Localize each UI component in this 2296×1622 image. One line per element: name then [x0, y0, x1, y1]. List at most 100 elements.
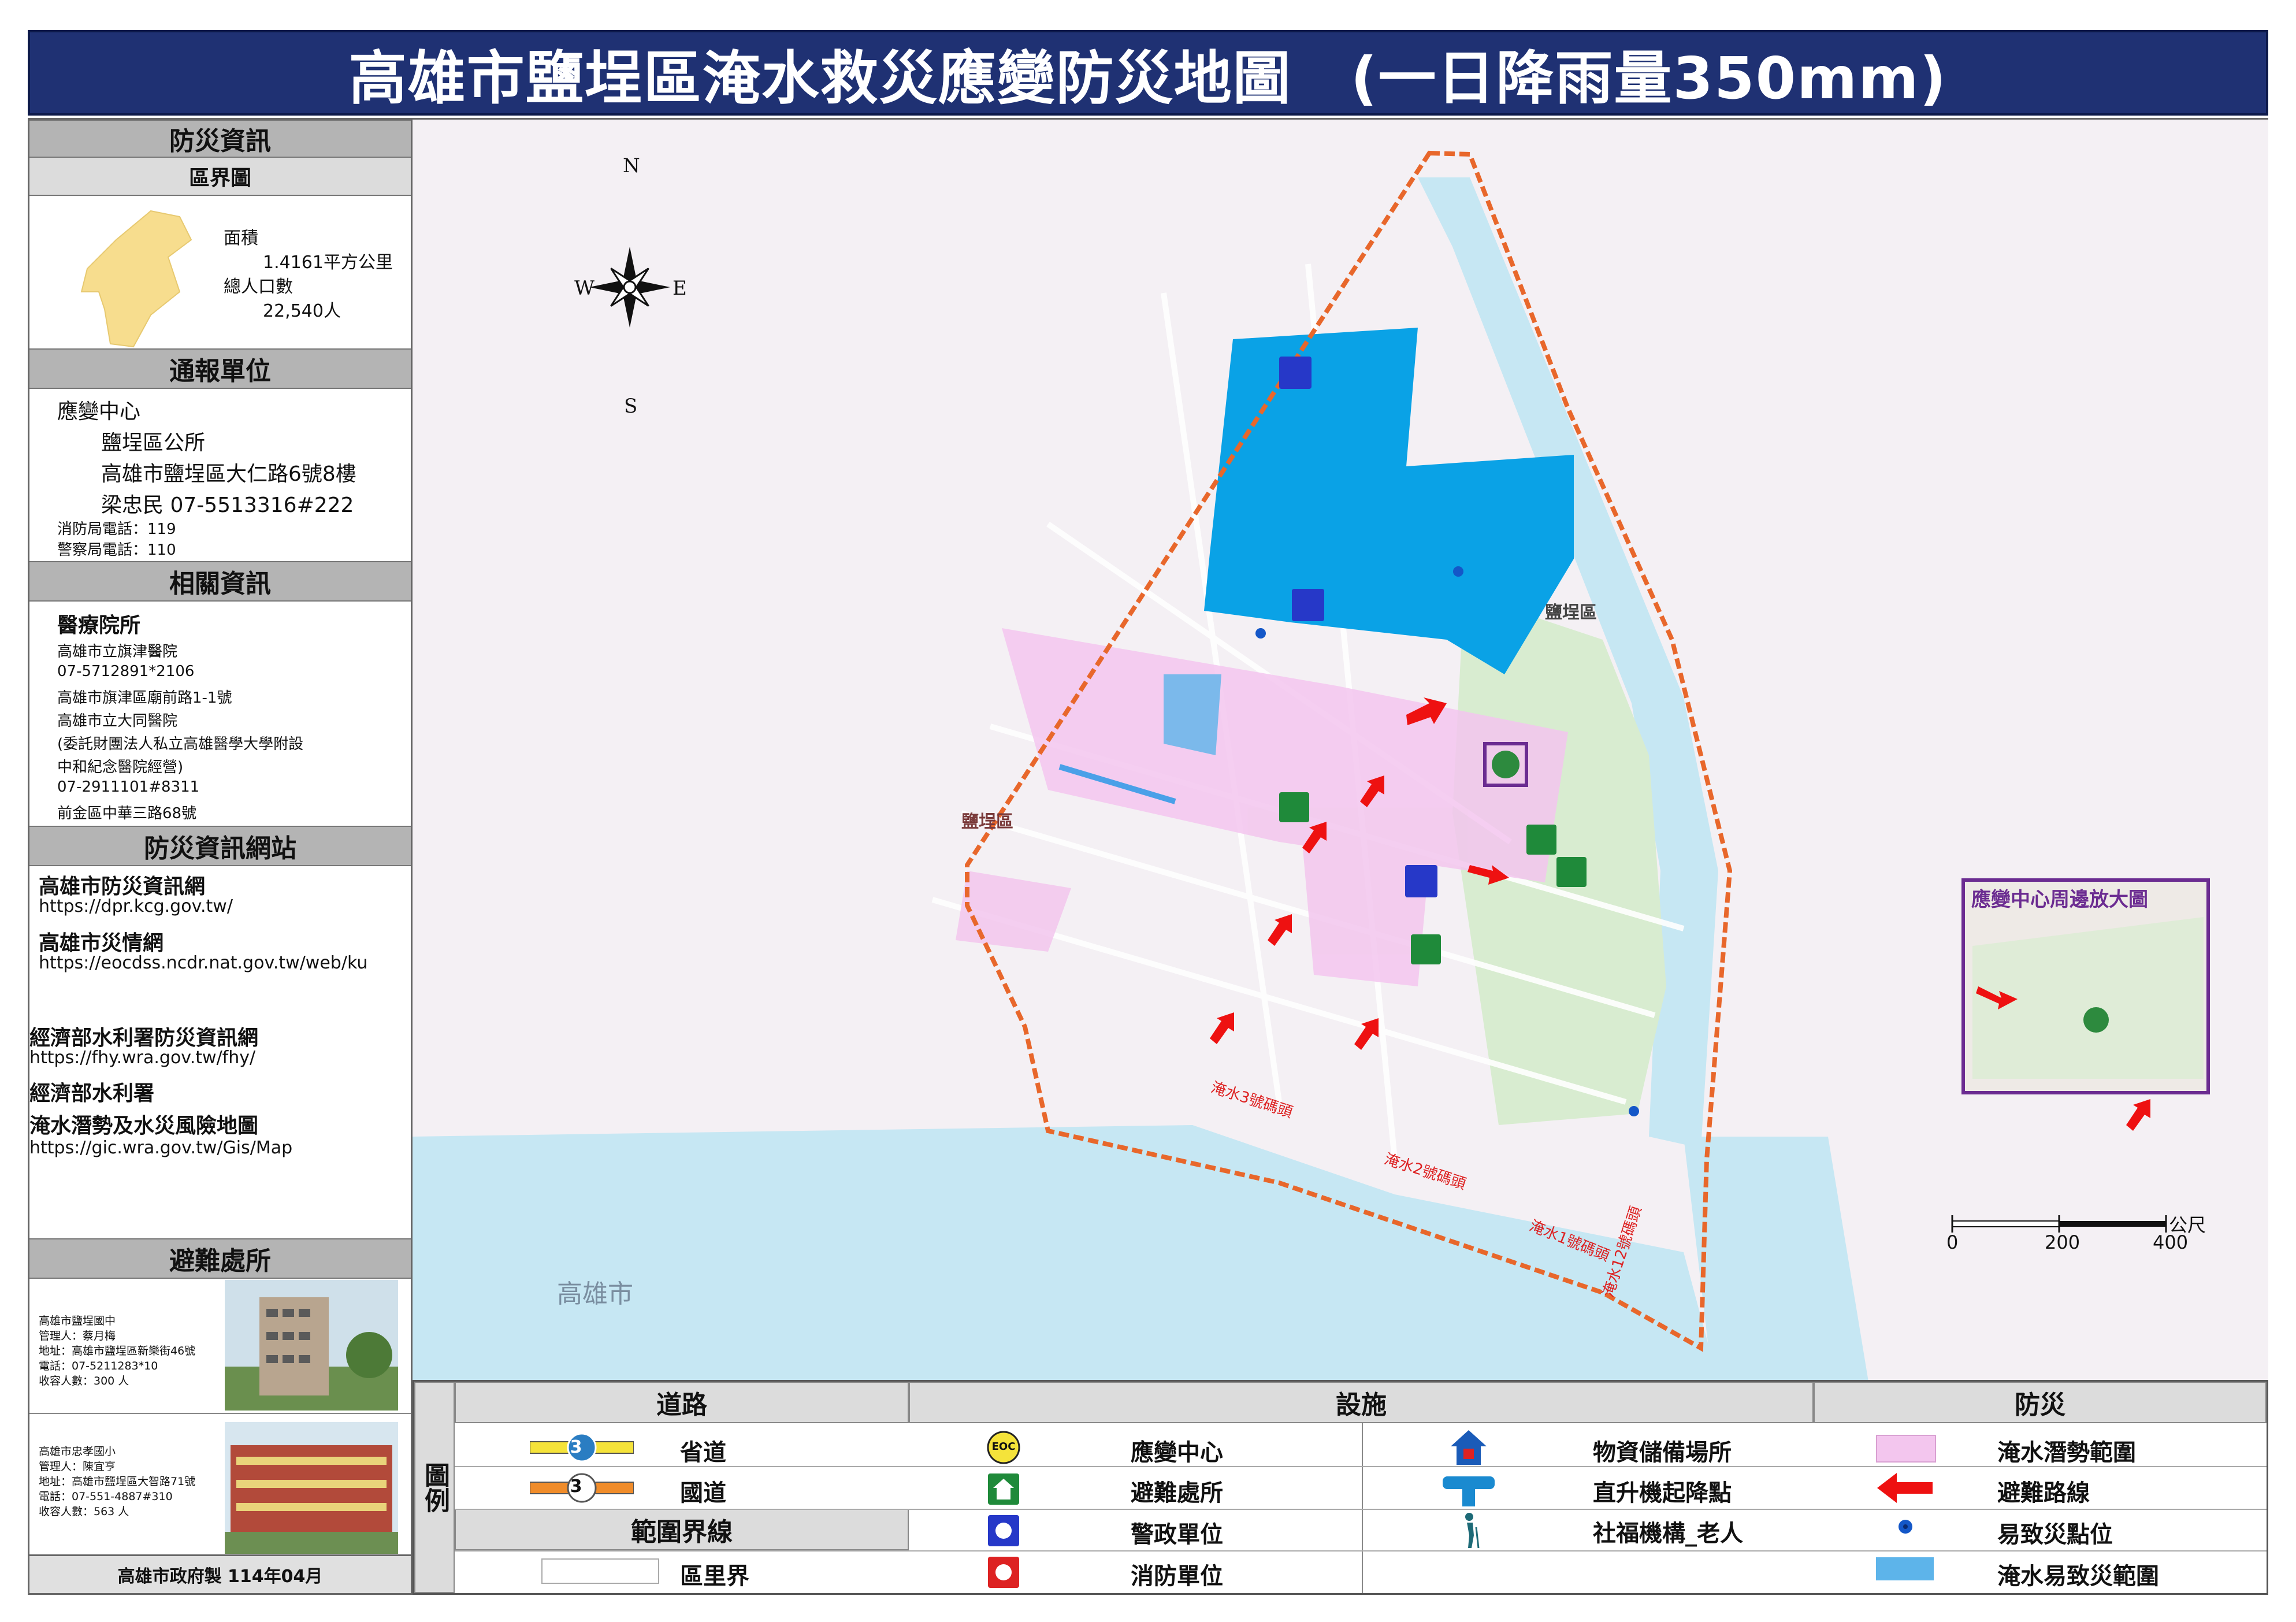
map-title: 高雄市鹽埕區淹水救災應變防災地圖 (一日降雨量350mm)	[28, 30, 2268, 116]
area-label: 面積	[224, 228, 258, 248]
eoc-marker	[1492, 751, 1519, 778]
population-value: 22,540人	[263, 301, 341, 321]
medical-line: (委託財團法人私立高雄醫學大學附設	[57, 736, 304, 753]
flood-prone-zone	[1164, 674, 1221, 755]
fire-phone: 消防局電話：119	[57, 521, 176, 538]
hotspot-icon	[1899, 1520, 1912, 1534]
web-link-title: 高雄市災情網	[39, 931, 164, 955]
legend-divider	[1362, 1423, 1363, 1593]
shelter-name: 高雄市忠孝國小	[39, 1445, 116, 1458]
flood-potential-swatch	[1876, 1435, 1936, 1463]
inset-eoc-marker	[2083, 1007, 2109, 1033]
section-info-heading: 防災資訊	[29, 120, 411, 158]
web-link-title: 經濟部水利署防災資訊網	[29, 1026, 259, 1050]
compass-south: S	[624, 395, 638, 418]
village-boundary-label: 區里界	[680, 1563, 749, 1590]
inset-evac-arrow	[2126, 1099, 2150, 1131]
map-legend: 圖例 道路 設施 防災 範圍界線 3 省道 3 國道 區里界 EOC 應變中心 …	[413, 1380, 2268, 1595]
legend-row-line	[455, 1509, 2267, 1510]
national-road-label: 國道	[680, 1480, 726, 1506]
welfare-legend-label: 社福機構_老人	[1593, 1520, 1743, 1547]
national-road-number: 3	[570, 1476, 582, 1497]
eoc-legend-label: 應變中心	[1131, 1439, 1223, 1466]
elderly-welfare-icon	[1465, 1513, 1480, 1549]
city-label: 高雄市	[557, 1279, 633, 1309]
boundary-map-heading: 區界圖	[29, 158, 411, 196]
shelter-name: 高雄市鹽埕國中	[39, 1315, 116, 1327]
flood-map[interactable]: 鹽埕區 鹽埕區 高雄市 應變中心周邊放大圖 公尺 0 200 400 N S W…	[413, 118, 2268, 1382]
medical-line: 高雄市旗津區廟前路1-1號	[57, 689, 232, 707]
compass-rose-icon	[589, 247, 670, 328]
medical-line: 07-2911101#8311	[57, 778, 200, 796]
population-label: 總人口數	[224, 277, 293, 297]
scale-tick: 200	[2045, 1231, 2080, 1253]
shelter-photo-school	[225, 1280, 398, 1411]
web-link-url[interactable]: https://fhy.wra.gov.tw/fhy/	[29, 1048, 255, 1068]
flood-potential-label: 淹水潛勢範圍	[1997, 1439, 2136, 1466]
web-link-url[interactable]: https://eocdss.ncdr.nat.gov.tw/web/ku	[39, 953, 367, 973]
helipad-legend-label: 直升機起降點	[1593, 1480, 1732, 1506]
area-value: 1.4161平方公里	[263, 253, 393, 273]
legend-side-label: 圖例	[414, 1382, 455, 1593]
map-canvas	[413, 150, 2210, 1382]
web-heading: 防災資訊網站	[29, 826, 411, 866]
compass-north: N	[623, 154, 640, 177]
medical-line: 高雄市立大同醫院	[57, 712, 178, 730]
medical-line: 07-5712891*2106	[57, 663, 195, 680]
shelter-photo-elementary	[225, 1422, 398, 1554]
shelter-address: 地址：高雄市鹽埕區新樂街46號	[39, 1345, 196, 1357]
shelter-legend-label: 避難處所	[1131, 1480, 1223, 1506]
medical-heading: 醫療院所	[57, 614, 141, 637]
web-link-url[interactable]: https://dpr.kcg.gov.tw/	[39, 896, 233, 916]
scale-bar	[1951, 1215, 2167, 1233]
web-link-title: 高雄市防災資訊網	[39, 875, 206, 899]
medical-line: 中和紀念醫院經營)	[57, 759, 184, 776]
medical-line: 高雄市立旗津醫院	[57, 643, 178, 660]
medical-line: 前金區中華三路68號	[57, 805, 197, 822]
provincial-road-number: 3	[570, 1437, 582, 1457]
compass-west: W	[574, 277, 595, 300]
report-unit-heading: 通報單位	[29, 348, 411, 389]
district-label: 鹽埕區	[961, 812, 1013, 832]
village-boundary-symbol	[541, 1558, 659, 1584]
district-outline-thumbnail	[80, 210, 192, 348]
district-office: 鹽埕區公所	[101, 431, 206, 455]
shelter-capacity: 收容人數：563 人	[39, 1505, 129, 1518]
evacuation-arrow-icon	[1877, 1473, 1933, 1503]
info-panel: 防災資訊 區界圖 面積 1.4161平方公里 總人口數 22,540人 通報單位…	[28, 118, 413, 1595]
flood-prone-label: 淹水易致災範圍	[1997, 1563, 2159, 1590]
provincial-road-label: 省道	[680, 1439, 726, 1466]
district-label: 鹽埕區	[1545, 603, 1597, 623]
contact-person: 梁忠民 07-5513316#222	[101, 493, 354, 517]
legend-boundary-heading: 範圍界線	[455, 1509, 909, 1550]
legend-roads-heading: 道路	[455, 1382, 909, 1423]
shelter-phone: 電話：07-551-4887#310	[39, 1490, 173, 1503]
shelter-icon	[988, 1473, 1019, 1505]
shelter-heading: 避難處所	[29, 1238, 411, 1279]
police-icon	[988, 1515, 1019, 1546]
legend-facilities-heading: 設施	[909, 1382, 1814, 1423]
storage-icon	[1451, 1430, 1487, 1465]
shelter-address: 地址：高雄市鹽埕區大智路71號	[39, 1475, 196, 1488]
evac-route-label: 避難路線	[1997, 1480, 2090, 1506]
shelter-manager: 管理人：陳宜亨	[39, 1460, 116, 1473]
flood-prone-swatch	[1876, 1557, 1934, 1580]
shelter-capacity: 收容人數：300 人	[39, 1375, 129, 1387]
eoc-icon-text: EOC	[991, 1441, 1016, 1453]
web-link-title: 經濟部水利署	[29, 1082, 155, 1105]
harbor-water	[413, 1125, 1718, 1382]
helipad-icon	[1443, 1476, 1495, 1506]
legend-disaster-heading: 防災	[1814, 1382, 2267, 1423]
compass-east: E	[673, 277, 687, 300]
publisher-footer: 高雄市政府製 114年04月	[28, 1554, 413, 1595]
scale-tick: 0	[1946, 1231, 1959, 1253]
police-legend-label: 警政單位	[1131, 1521, 1223, 1548]
legend-row-line	[455, 1466, 2267, 1467]
inset-title: 應變中心周邊放大圖	[1971, 888, 2148, 911]
web-link-title: 淹水潛勢及水災風險地圖	[29, 1114, 259, 1138]
scale-tick: 400	[2153, 1231, 2189, 1253]
web-link-url[interactable]: https://gic.wra.gov.tw/Gis/Map	[29, 1138, 292, 1158]
legend-row-line	[455, 1550, 2267, 1552]
related-info-heading: 相關資訊	[29, 561, 411, 602]
eoc-label: 應變中心	[57, 400, 141, 424]
